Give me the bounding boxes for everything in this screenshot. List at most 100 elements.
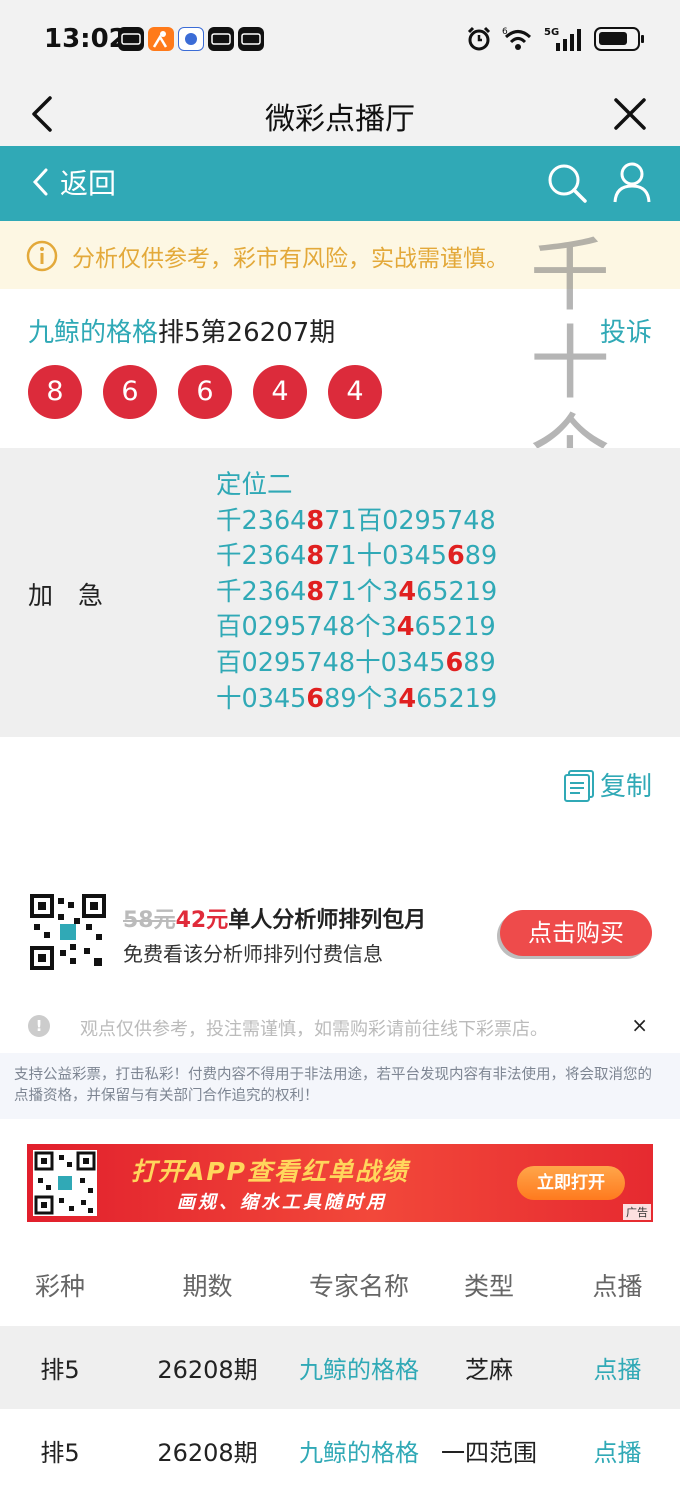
qr-code-icon xyxy=(30,894,106,970)
highlighted-digit: 6 xyxy=(306,683,325,714)
close-icon[interactable] xyxy=(610,94,650,134)
info-icon xyxy=(26,240,58,272)
copy-icon xyxy=(563,769,594,802)
result-ball: 8 xyxy=(28,365,82,419)
prediction-heading: 定位二 xyxy=(216,470,293,500)
svg-text:6: 6 xyxy=(502,27,508,37)
play-button[interactable]: 点播 xyxy=(555,1350,680,1385)
issue-heading: 九鲸的格格排5第26207期 xyxy=(28,312,335,349)
table-row: 排5 26208期 九鲸的格格 一四范围 点播 xyxy=(0,1409,680,1492)
result-ball: 4 xyxy=(328,365,382,419)
subscription-promo: 58元42元单人分析师排列包月 免费看该分析师排列付费信息 点击购买 xyxy=(0,880,680,980)
content-label: 加 急 xyxy=(28,581,104,610)
status-indicators: 6 5G xyxy=(466,26,644,52)
nav-bar: 微彩点播厅 xyxy=(0,80,680,146)
column-header: 专家名称 xyxy=(308,1271,409,1301)
prediction-line: 十0345689个3465219 xyxy=(216,682,497,718)
type-cell: 一四范围 xyxy=(441,1439,537,1467)
highlighted-digit: 8 xyxy=(306,541,325,572)
prediction-text: 千2364 xyxy=(216,505,307,536)
prediction-text: 89 xyxy=(464,541,498,572)
status-time: 13:02 xyxy=(44,24,127,54)
banner-subtitle: 画规、缩水工具随时用 xyxy=(177,1192,387,1213)
column-header: 彩种 xyxy=(34,1271,85,1301)
prediction-text: 十0345 xyxy=(216,683,307,714)
lottery-type-cell: 排5 xyxy=(40,1439,80,1467)
result-ball: 6 xyxy=(103,365,157,419)
watermark-char: 十 xyxy=(530,317,610,410)
ad-badge: 广告 xyxy=(623,1204,651,1220)
risk-notice: 分析仅供参考，彩市有风险，实战需谨慎。 xyxy=(0,221,680,289)
highlighted-digit: 6 xyxy=(447,541,465,572)
type-cell: 芝麻 xyxy=(465,1356,513,1384)
qr-code-icon xyxy=(33,1150,97,1216)
toolbar: 返回 xyxy=(0,146,680,221)
expert-name-link[interactable]: 九鲸的格格 xyxy=(295,1433,423,1468)
app-banner-ad[interactable]: 打开APP查看红单战绩 画规、缩水工具随时用 立即打开 广告 xyxy=(27,1144,653,1222)
prediction-line: 百0295748十0345689 xyxy=(216,646,497,682)
expert-name-link[interactable]: 九鲸的格格 xyxy=(295,1350,423,1385)
warning-icon: ! xyxy=(28,1015,50,1037)
old-price: 58元 xyxy=(123,908,176,933)
back-button[interactable]: 返回 xyxy=(30,162,116,202)
tip-text: 观点仅供参考，投注需谨慎，如需购彩请前往线下彩票店。 xyxy=(80,1019,548,1040)
highlighted-digit: 4 xyxy=(396,612,415,643)
promo-title: 单人分析师排列包月 xyxy=(228,908,427,933)
prediction-text: 65219 xyxy=(416,576,498,607)
status-bar: 13:02 6 5G xyxy=(0,0,680,80)
app-notification-icon xyxy=(208,27,234,51)
copy-button[interactable]: 复制 xyxy=(562,766,652,803)
prediction-lines: 定位二 千2364871百0295748 千2364871十0345689 千236… xyxy=(216,468,497,717)
open-app-button[interactable]: 立即打开 xyxy=(517,1166,625,1200)
disclaimer-tip: ! 观点仅供参考，投注需谨慎，如需购彩请前往线下彩票店。 × xyxy=(0,1003,680,1049)
analyst-name-link[interactable]: 九鲸的格格 xyxy=(28,318,158,348)
prediction-text: 65219 xyxy=(416,683,498,714)
column-header: 点播 xyxy=(592,1271,643,1301)
buy-button[interactable]: 点击购买 xyxy=(500,910,652,956)
result-ball: 4 xyxy=(253,365,307,419)
prediction-text: 百0295748个3 xyxy=(216,612,397,643)
notification-icons xyxy=(118,27,264,51)
column-header: 期数 xyxy=(182,1271,233,1301)
promo-subtitle: 免费看该分析师排列付费信息 xyxy=(123,942,383,966)
result-balls: 8 6 6 4 4 xyxy=(28,365,382,419)
legal-notice: 支持公益彩票，打击私彩！付费内容不得用于非法用途，若平台发现内容有非法使用，将会… xyxy=(0,1053,680,1119)
issue-cell: 26208期 xyxy=(157,1439,258,1467)
highlighted-digit: 6 xyxy=(445,647,464,678)
issue-title: 排5第26207期 xyxy=(158,318,336,348)
prediction-text: 89 xyxy=(463,647,496,678)
prediction-text: 71十0345 xyxy=(324,541,447,572)
alarm-icon xyxy=(467,26,491,51)
svg-text:5G: 5G xyxy=(544,27,559,38)
issue-cell: 26208期 xyxy=(157,1356,258,1384)
banner-title: 打开APP查看红单战绩 xyxy=(131,1157,409,1186)
chevron-left-icon xyxy=(32,168,48,196)
copy-label: 复制 xyxy=(599,772,652,802)
app-notification-icon xyxy=(238,27,264,51)
column-header: 类型 xyxy=(463,1271,514,1301)
highlighted-digit: 4 xyxy=(398,576,417,607)
lottery-type-cell: 排5 xyxy=(40,1356,80,1384)
notice-text: 分析仅供参考，彩市有风险，实战需谨慎。 xyxy=(72,246,509,272)
prediction-text: 65219 xyxy=(414,612,496,643)
complain-button[interactable]: 投诉 xyxy=(600,312,652,349)
result-ball: 6 xyxy=(178,365,232,419)
wifi-icon: 6 xyxy=(502,27,532,50)
search-icon[interactable] xyxy=(546,162,588,204)
close-tip-button[interactable]: × xyxy=(631,1013,648,1037)
play-button[interactable]: 点播 xyxy=(555,1433,680,1468)
app-notification-icon xyxy=(118,27,144,51)
app-notification-icon xyxy=(148,27,174,51)
new-price: 42元 xyxy=(175,908,229,933)
prediction-text: 89个3 xyxy=(324,683,399,714)
prediction-line: 千2364871百0295748 xyxy=(216,504,497,540)
signal-icon: 5G xyxy=(544,27,581,51)
table-header: 彩种 期数 专家名称 类型 点播 xyxy=(0,1243,680,1326)
prediction-text: 千2364 xyxy=(216,541,307,572)
table-row: 排5 26208期 九鲸的格格 芝麻 点播 xyxy=(0,1326,680,1409)
prediction-line: 千2364871个3465219 xyxy=(216,575,497,611)
user-icon[interactable] xyxy=(612,160,652,204)
back-label: 返回 xyxy=(60,167,117,200)
highlighted-digit: 8 xyxy=(306,505,325,536)
app-notification-icon xyxy=(178,27,204,51)
